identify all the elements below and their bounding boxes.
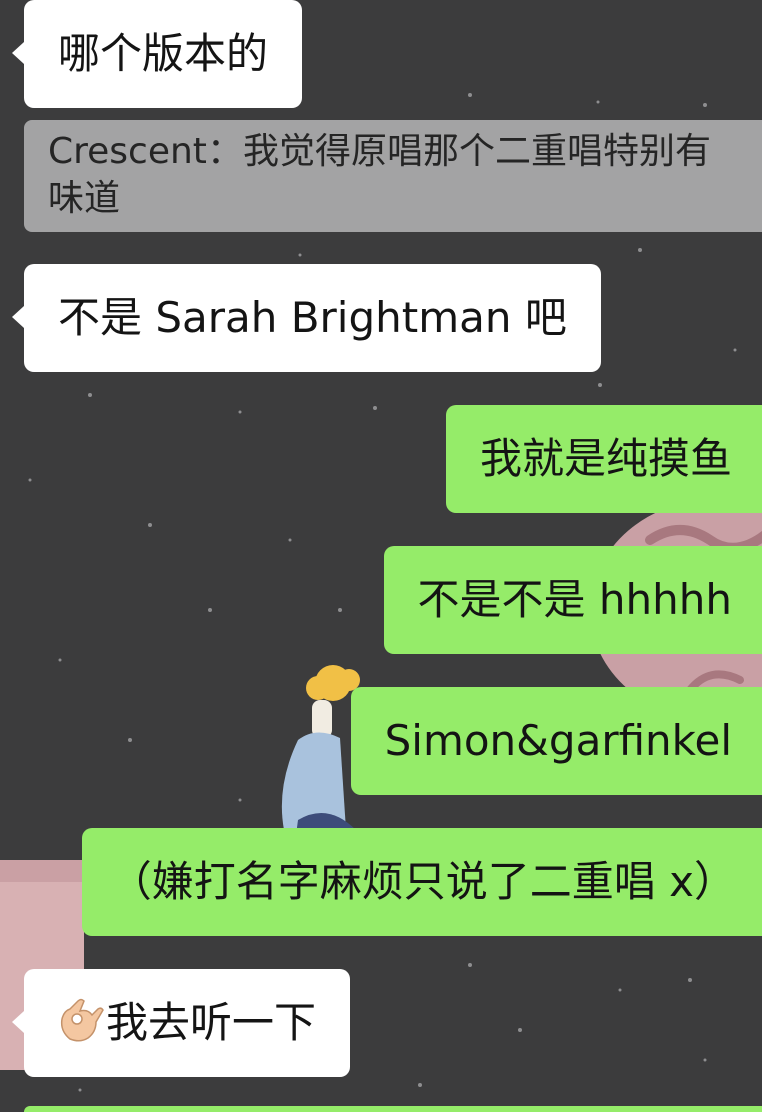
message-text: 哪个版本的 <box>58 29 269 78</box>
message-text: （嫌打名字麻烦只说了二重唱 x） <box>109 857 736 906</box>
message-bubble-outgoing-partial[interactable] <box>24 1106 762 1112</box>
message-bubble-outgoing[interactable]: （嫌打名字麻烦只说了二重唱 x） <box>81 828 762 936</box>
message-bubble-outgoing[interactable]: Simon&garfinkel <box>350 687 762 795</box>
message-bubble-outgoing[interactable]: 不是不是 hhhhh <box>383 546 762 654</box>
message-text: 我就是纯摸鱼 <box>479 434 732 483</box>
message-text: Simon&garfinkel <box>384 716 732 765</box>
message-bubble-outgoing[interactable]: 我就是纯摸鱼 <box>445 405 762 513</box>
message-bubble-incoming[interactable]: 我去听一下 <box>11 969 351 1077</box>
message-bubble-incoming[interactable]: 不是 Sarah Brightman 吧 <box>12 264 601 372</box>
quote-sender: Crescent <box>48 131 207 172</box>
message-text: 不是不是 hhhhh <box>417 575 732 624</box>
quote-separator: ： <box>206 131 243 172</box>
wallpaper-figure <box>281 665 360 850</box>
message-text: 我去听一下 <box>106 998 317 1047</box>
ok-hand-emoji-icon <box>60 998 104 1042</box>
message-text: 不是 Sarah Brightman 吧 <box>58 293 567 342</box>
quoted-message[interactable]: Crescent：我觉得原唱那个二重唱特别有味道 <box>24 120 762 232</box>
message-bubble-incoming[interactable]: 哪个版本的 <box>11 0 303 108</box>
